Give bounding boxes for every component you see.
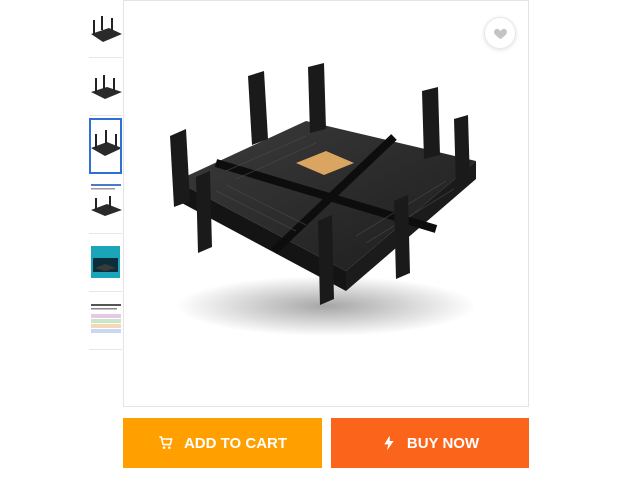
router-image [91, 16, 122, 42]
thumbnail-router-spec-sheet[interactable] [89, 178, 122, 234]
router-box-image [91, 246, 120, 278]
heart-icon [494, 28, 507, 40]
thumbnail-router-angle-1[interactable] [89, 2, 122, 58]
router-photo [170, 63, 476, 336]
buy-now-button[interactable]: BUY NOW [331, 418, 529, 468]
router-spec-image [91, 184, 122, 216]
thumbnail-router-angle-3[interactable] [89, 118, 122, 174]
thumbnail-router-angle-2[interactable] [89, 60, 122, 116]
thumbnail-strip [89, 0, 124, 355]
router-image [91, 130, 120, 156]
router-image [91, 75, 122, 99]
thumbnail-router-box[interactable] [89, 236, 122, 292]
add-to-cart-label: ADD TO CART [183, 434, 288, 452]
lightning-icon [384, 435, 394, 451]
thumbnail-router-comparison-table[interactable] [89, 294, 122, 350]
add-to-cart-button[interactable]: ADD TO CART [123, 418, 322, 468]
cart-icon [159, 436, 173, 449]
comparison-table-image [91, 304, 121, 333]
buy-now-label: BUY NOW [406, 434, 480, 452]
wishlist-button[interactable] [484, 17, 516, 49]
main-product-image[interactable] [123, 0, 529, 407]
